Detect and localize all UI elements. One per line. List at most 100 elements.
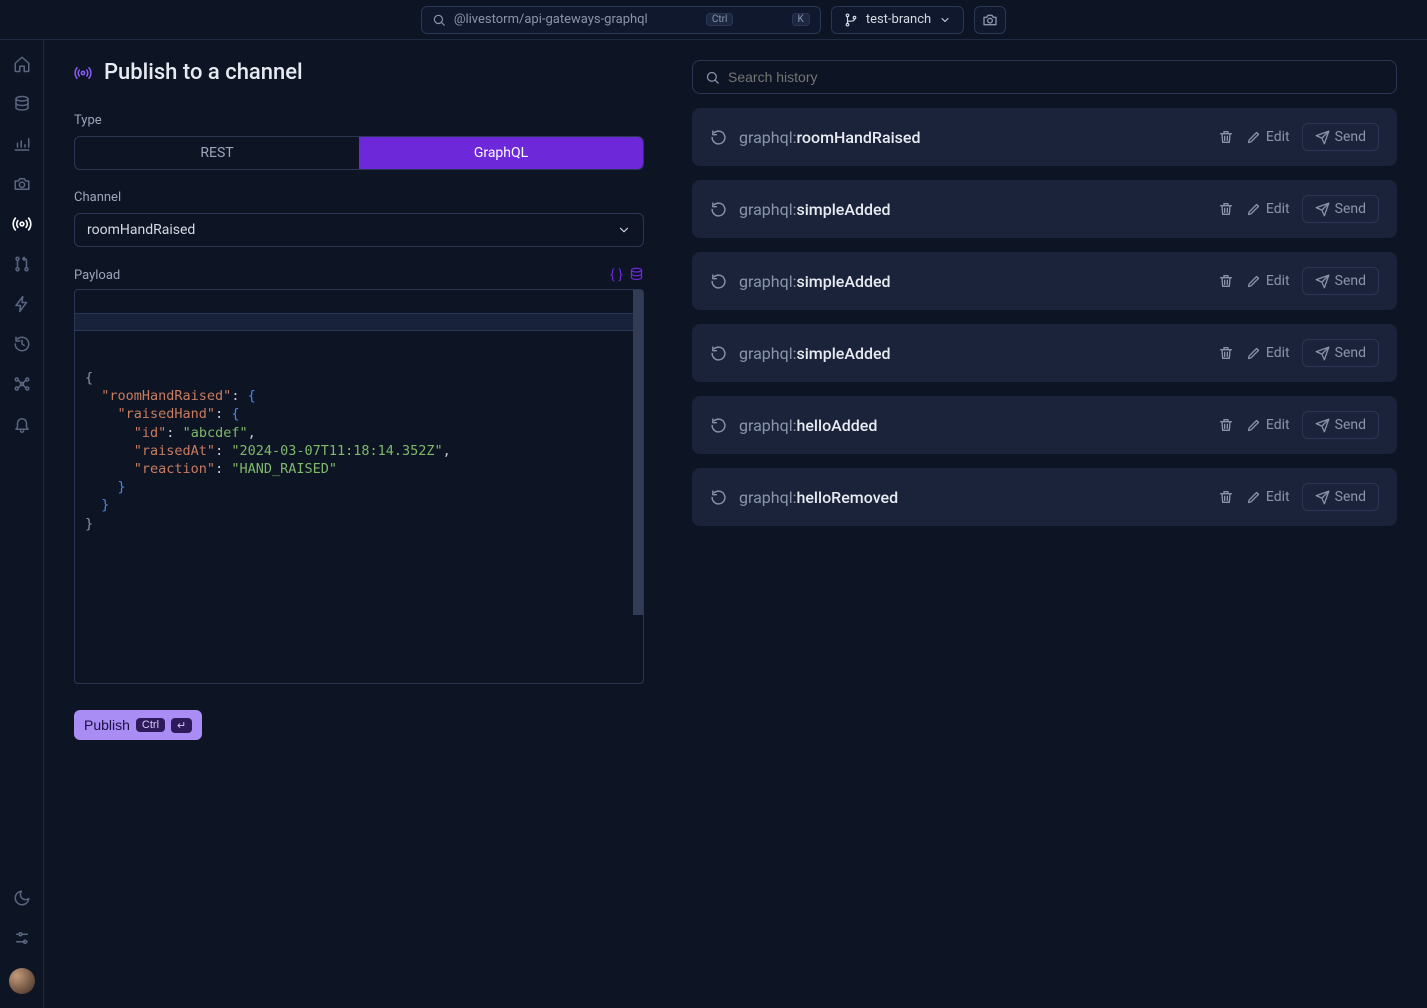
history-send[interactable]: Send xyxy=(1302,411,1379,439)
send-icon xyxy=(1315,418,1330,433)
history-name: roomHandRaised xyxy=(796,128,920,147)
history-edit[interactable]: Edit xyxy=(1246,417,1290,433)
left-sidebar xyxy=(0,40,44,1008)
send-icon xyxy=(1315,202,1330,217)
history-name: simpleAdded xyxy=(796,344,890,363)
history-send[interactable]: Send xyxy=(1302,123,1379,151)
send-icon xyxy=(1315,274,1330,289)
pencil-icon xyxy=(1246,490,1261,505)
trash-icon xyxy=(1218,273,1234,289)
replay-icon xyxy=(710,201,727,218)
user-avatar[interactable] xyxy=(9,968,35,994)
history-name: simpleAdded xyxy=(796,200,890,219)
global-search[interactable]: @livestorm/api-gateways-graphql Ctrl K xyxy=(421,6,821,34)
history-item: graphql:helloAdded Edit Send xyxy=(692,396,1397,454)
trash-icon xyxy=(1218,129,1234,145)
channel-select[interactable]: roomHandRaised xyxy=(74,213,644,247)
type-label: Type xyxy=(74,113,644,128)
branch-selector[interactable]: test-branch xyxy=(831,6,964,34)
channel-value: roomHandRaised xyxy=(87,222,195,238)
nav-analytics[interactable] xyxy=(12,134,32,154)
trash-icon xyxy=(1218,345,1234,361)
search-icon xyxy=(705,70,720,85)
history-edit[interactable]: Edit xyxy=(1246,201,1290,217)
pencil-icon xyxy=(1246,418,1261,433)
history-proto: graphql: xyxy=(739,488,796,507)
history-item: graphql:helloRemoved Edit Send xyxy=(692,468,1397,526)
pencil-icon xyxy=(1246,274,1261,289)
history-delete[interactable] xyxy=(1218,489,1234,505)
history-name: helloAdded xyxy=(796,416,877,435)
nav-publish[interactable] xyxy=(12,214,32,234)
history-edit[interactable]: Edit xyxy=(1246,129,1290,145)
nav-history[interactable] xyxy=(12,334,32,354)
history-delete[interactable] xyxy=(1218,129,1234,145)
publish-label: Publish xyxy=(84,717,130,733)
search-text: @livestorm/api-gateways-graphql xyxy=(454,12,648,27)
publish-button[interactable]: Publish Ctrl ↵ xyxy=(74,710,202,740)
pencil-icon xyxy=(1246,202,1261,217)
history-name: simpleAdded xyxy=(796,272,890,291)
history-edit[interactable]: Edit xyxy=(1246,345,1290,361)
branch-name: test-branch xyxy=(866,12,931,27)
history-item: graphql:roomHandRaised Edit Send xyxy=(692,108,1397,166)
send-icon xyxy=(1315,346,1330,361)
history-search[interactable] xyxy=(692,60,1397,94)
publish-kbd-ctrl: Ctrl xyxy=(136,718,165,732)
history-delete[interactable] xyxy=(1218,201,1234,217)
nav-notifications[interactable] xyxy=(12,414,32,434)
chevron-down-icon xyxy=(617,223,631,237)
payload-editor[interactable]: { "roomHandRaised": { "raisedHand": { "i… xyxy=(74,289,644,684)
history-send[interactable]: Send xyxy=(1302,267,1379,295)
search-kbd-ctrl: Ctrl xyxy=(706,13,734,26)
nav-camera[interactable] xyxy=(12,174,32,194)
camera-icon xyxy=(982,12,998,28)
nav-settings[interactable] xyxy=(12,928,32,948)
replay-icon xyxy=(710,417,727,434)
history-name: helloRemoved xyxy=(796,488,898,507)
payload-label: Payload xyxy=(74,268,120,283)
history-search-input[interactable] xyxy=(728,69,1384,85)
history-proto: graphql: xyxy=(739,416,796,435)
nav-home[interactable] xyxy=(12,54,32,74)
format-json-icon[interactable]: { } xyxy=(610,267,623,283)
editor-scrollbar[interactable] xyxy=(633,290,643,615)
history-edit[interactable]: Edit xyxy=(1246,489,1290,505)
chevron-down-icon xyxy=(939,14,951,26)
history-edit[interactable]: Edit xyxy=(1246,273,1290,289)
history-delete[interactable] xyxy=(1218,273,1234,289)
search-kbd-k: K xyxy=(792,13,810,26)
history-item: graphql:simpleAdded Edit Send xyxy=(692,252,1397,310)
history-delete[interactable] xyxy=(1218,345,1234,361)
type-segmented-control: REST GraphQL xyxy=(74,136,644,170)
history-proto: graphql: xyxy=(739,128,796,147)
replay-icon xyxy=(710,345,727,362)
trash-icon xyxy=(1218,417,1234,433)
pencil-icon xyxy=(1246,130,1261,145)
history-send[interactable]: Send xyxy=(1302,483,1379,511)
nav-bolt[interactable] xyxy=(12,294,32,314)
history-send[interactable]: Send xyxy=(1302,195,1379,223)
history-proto: graphql: xyxy=(739,200,796,219)
snapshot-button[interactable] xyxy=(974,6,1006,34)
send-icon xyxy=(1315,490,1330,505)
history-proto: graphql: xyxy=(739,344,796,363)
nav-theme[interactable] xyxy=(12,888,32,908)
type-graphql[interactable]: GraphQL xyxy=(359,137,643,169)
history-send[interactable]: Send xyxy=(1302,339,1379,367)
pencil-icon xyxy=(1246,346,1261,361)
history-item: graphql:simpleAdded Edit Send xyxy=(692,180,1397,238)
type-rest[interactable]: REST xyxy=(75,137,359,169)
publish-kbd-enter: ↵ xyxy=(171,718,192,733)
trash-icon xyxy=(1218,201,1234,217)
git-branch-icon xyxy=(844,13,858,27)
history-proto: graphql: xyxy=(739,272,796,291)
history-delete[interactable] xyxy=(1218,417,1234,433)
send-icon xyxy=(1315,130,1330,145)
page-title: Publish to a channel xyxy=(104,60,303,85)
nav-database[interactable] xyxy=(12,94,32,114)
nav-pull-request[interactable] xyxy=(12,254,32,274)
database-icon[interactable] xyxy=(629,267,644,282)
nav-graph[interactable] xyxy=(12,374,32,394)
trash-icon xyxy=(1218,489,1234,505)
